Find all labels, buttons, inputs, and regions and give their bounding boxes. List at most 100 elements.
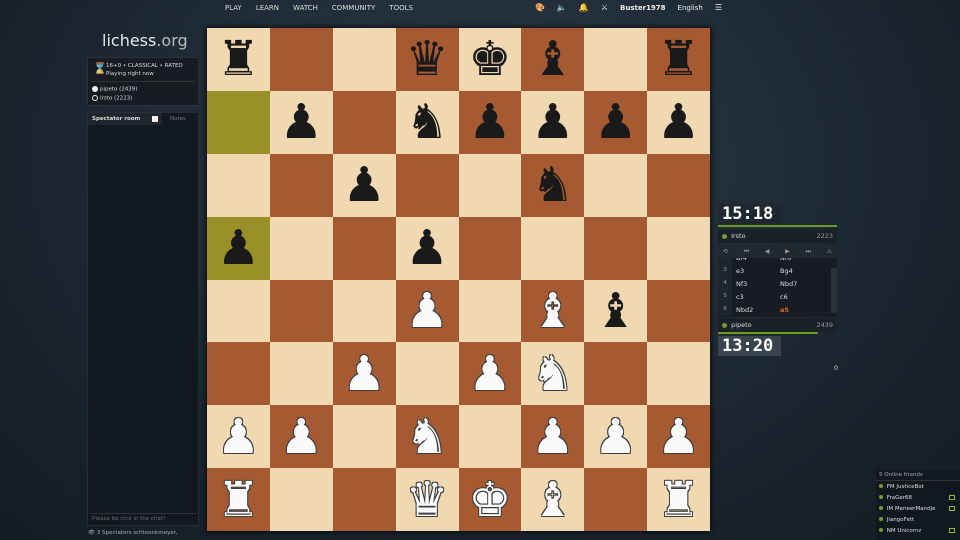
nav-play[interactable]: PLAY: [225, 4, 242, 12]
white-pawn-icon[interactable]: ♟: [468, 350, 511, 398]
square-e8[interactable]: ♚: [458, 28, 522, 91]
white-knight-icon[interactable]: ♞: [531, 350, 574, 398]
black-pawn-icon[interactable]: ♟: [406, 224, 449, 272]
square-a6[interactable]: [207, 153, 270, 217]
square-g8[interactable]: [584, 28, 648, 91]
player-bottom[interactable]: pipeto 2439: [718, 318, 837, 332]
square-b7[interactable]: ♟: [269, 90, 333, 154]
black-move[interactable]: Nbd7: [780, 280, 828, 288]
square-h6[interactable]: [647, 153, 710, 217]
bell-icon[interactable]: 🔔: [579, 3, 589, 12]
language-select[interactable]: English: [678, 4, 703, 12]
square-e3[interactable]: ♟: [458, 342, 522, 406]
square-f5[interactable]: [521, 216, 585, 280]
square-e7[interactable]: ♟: [458, 90, 522, 154]
friend-item[interactable]: IM MeneerMandje: [876, 503, 960, 514]
white-pawn-icon[interactable]: ♟: [280, 413, 323, 461]
black-knight-icon[interactable]: ♞: [406, 98, 449, 146]
square-c1[interactable]: [332, 468, 396, 531]
tv-icon[interactable]: [949, 506, 955, 511]
black-bishop-icon[interactable]: ♝: [594, 287, 637, 335]
white-queen-icon[interactable]: ♛: [406, 476, 449, 524]
square-g2[interactable]: ♟: [584, 405, 648, 469]
square-g1[interactable]: [584, 468, 648, 531]
square-g3[interactable]: [584, 342, 648, 406]
square-a5[interactable]: ♟: [207, 216, 270, 280]
white-pawn-icon[interactable]: ♟: [406, 287, 449, 335]
next-move-icon[interactable]: ▶: [785, 248, 790, 255]
square-g6[interactable]: [584, 153, 648, 217]
challenge-icon[interactable]: ⚔: [601, 3, 608, 12]
square-h4[interactable]: [647, 279, 710, 343]
square-h7[interactable]: ♟: [647, 90, 710, 154]
friend-item[interactable]: JiangoFett: [876, 514, 960, 525]
square-g7[interactable]: ♟: [584, 90, 648, 154]
chat-toggle-checkbox[interactable]: [152, 116, 158, 122]
hamburger-icon[interactable]: ☰: [715, 3, 722, 12]
square-c2[interactable]: [332, 405, 396, 469]
square-d2[interactable]: ♞: [395, 405, 459, 469]
square-a4[interactable]: [207, 279, 270, 343]
prev-move-icon[interactable]: ◀: [765, 248, 770, 255]
nav-community[interactable]: COMMUNITY: [332, 4, 375, 12]
black-pawn-icon[interactable]: ♟: [343, 161, 386, 209]
square-h8[interactable]: ♜: [647, 28, 710, 91]
white-move[interactable]: e3: [732, 267, 780, 275]
nav-tools[interactable]: TOOLS: [389, 4, 413, 12]
square-e4[interactable]: [458, 279, 522, 343]
site-logo[interactable]: lichess.org: [102, 31, 188, 50]
square-a7[interactable]: [207, 90, 270, 154]
white-rook-icon[interactable]: ♜: [657, 476, 700, 524]
square-a1[interactable]: ♜: [207, 468, 270, 531]
square-e5[interactable]: [458, 216, 522, 280]
square-e2[interactable]: [458, 405, 522, 469]
player-top[interactable]: Irsto 2223: [718, 229, 837, 243]
menu-icon[interactable]: ⚠: [827, 248, 832, 255]
square-d1[interactable]: ♛: [395, 468, 459, 531]
black-pawn-icon[interactable]: ♟: [468, 98, 511, 146]
square-f3[interactable]: ♞: [521, 342, 585, 406]
sound-icon[interactable]: 🔈: [557, 3, 567, 12]
friends-header[interactable]: 5 Online friends: [876, 470, 960, 481]
white-move[interactable]: Bf4: [732, 258, 780, 262]
tab-spectator-room[interactable]: Spectator room: [88, 113, 162, 125]
black-pawn-icon[interactable]: ♟: [217, 224, 260, 272]
nav-watch[interactable]: WATCH: [293, 4, 318, 12]
square-d7[interactable]: ♞: [395, 90, 459, 154]
square-g4[interactable]: ♝: [584, 279, 648, 343]
last-move-icon[interactable]: ⏭: [806, 248, 811, 255]
black-knight-icon[interactable]: ♞: [531, 161, 574, 209]
white-pawn-icon[interactable]: ♟: [343, 350, 386, 398]
scrollbar[interactable]: [831, 268, 837, 313]
nav-learn[interactable]: LEARN: [256, 4, 279, 12]
white-knight-icon[interactable]: ♞: [406, 413, 449, 461]
first-move-icon[interactable]: ⏮: [744, 248, 749, 255]
black-player[interactable]: Irsto (2223): [92, 95, 132, 102]
white-bishop-icon[interactable]: ♝: [531, 476, 574, 524]
user-menu[interactable]: Buster1978: [620, 4, 666, 12]
white-pawn-icon[interactable]: ♟: [217, 413, 260, 461]
square-f2[interactable]: ♟: [521, 405, 585, 469]
square-a2[interactable]: ♟: [207, 405, 270, 469]
square-c4[interactable]: [332, 279, 396, 343]
square-b1[interactable]: [269, 468, 333, 531]
tv-icon[interactable]: [949, 495, 955, 500]
square-f8[interactable]: ♝: [521, 28, 585, 91]
tab-notes[interactable]: Notes: [162, 113, 198, 125]
friend-item[interactable]: NM Unicornz: [876, 525, 960, 536]
black-move[interactable]: Nf6: [780, 258, 828, 262]
square-d4[interactable]: ♟: [395, 279, 459, 343]
black-pawn-icon[interactable]: ♟: [280, 98, 323, 146]
square-c6[interactable]: ♟: [332, 153, 396, 217]
friend-item[interactable]: FM JusticeBot: [876, 481, 960, 492]
square-g5[interactable]: [584, 216, 648, 280]
white-king-icon[interactable]: ♚: [468, 476, 511, 524]
square-h1[interactable]: ♜: [647, 468, 710, 531]
flip-board-icon[interactable]: ⟲: [723, 248, 728, 255]
white-pawn-icon[interactable]: ♟: [594, 413, 637, 461]
white-rook-icon[interactable]: ♜: [217, 476, 260, 524]
square-f4[interactable]: ♝: [521, 279, 585, 343]
square-c8[interactable]: [332, 28, 396, 91]
white-player[interactable]: pipeto (2439): [92, 86, 137, 93]
square-a3[interactable]: [207, 342, 270, 406]
